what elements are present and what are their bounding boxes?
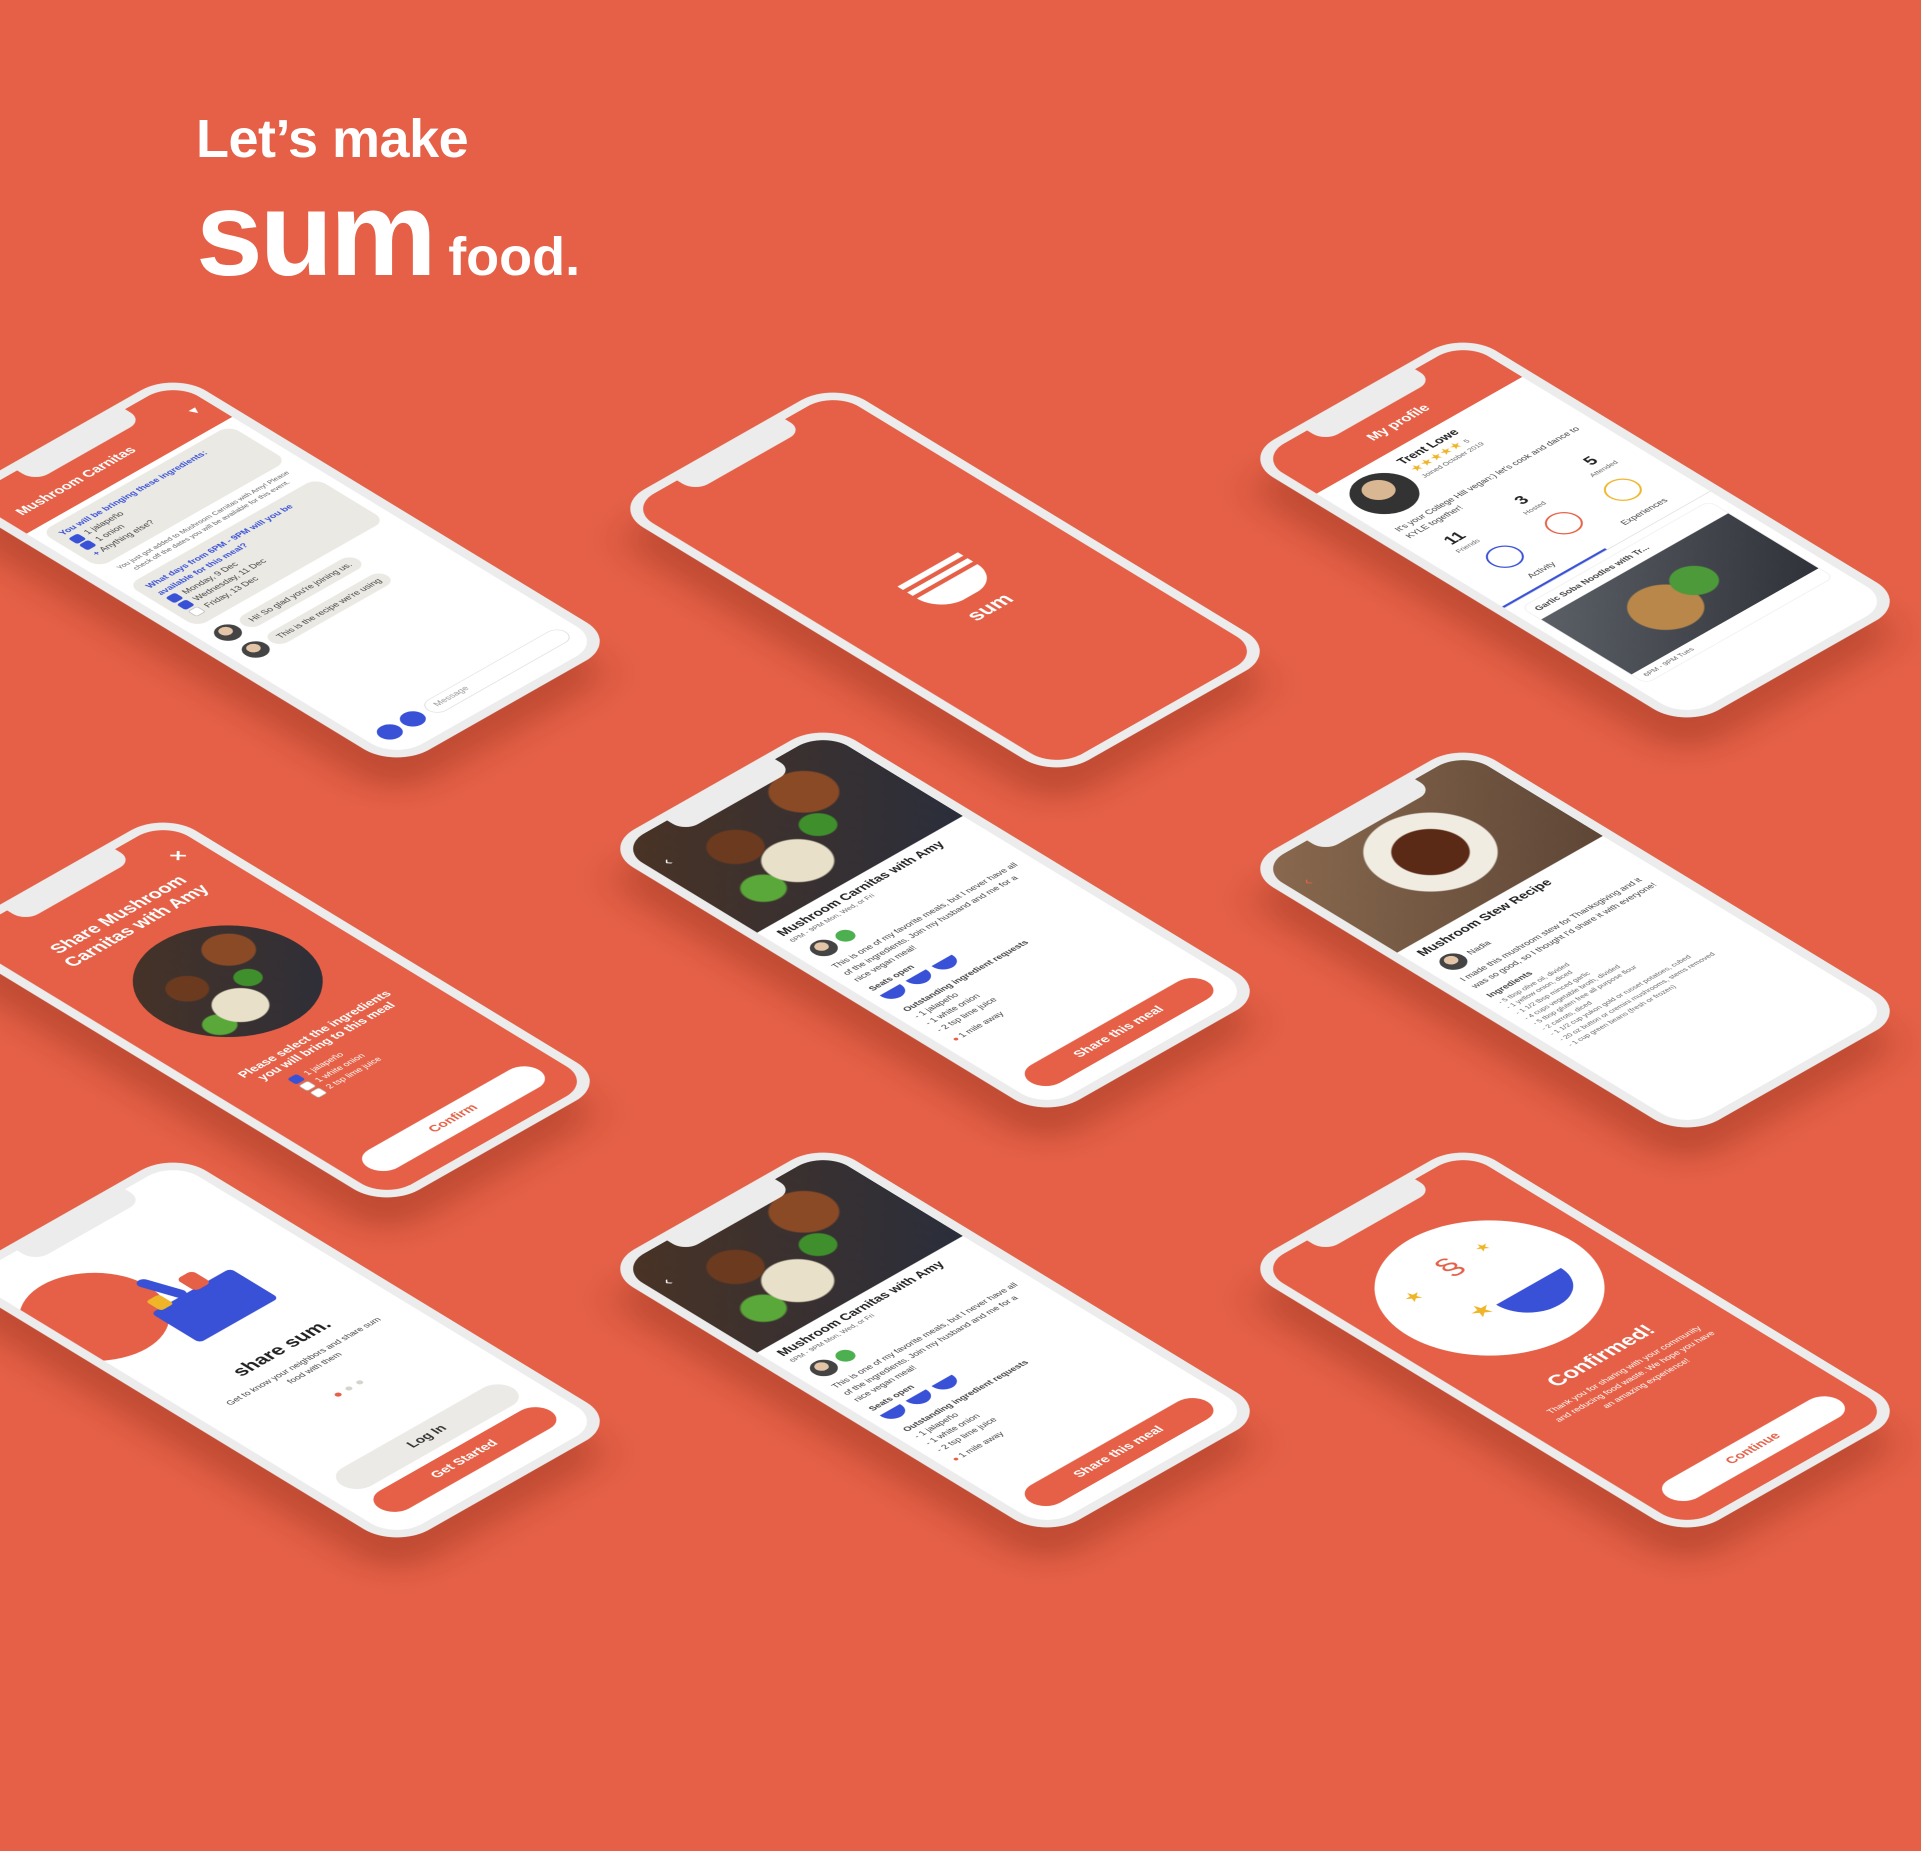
recipe-author: Nadia	[1464, 939, 1494, 957]
vegan-badge-icon	[831, 1347, 860, 1364]
meal-detail-screen-2: ‹ Mushroom Carnitas with Amy 6PM - 9PM M…	[618, 1151, 1252, 1529]
star-icon: ★	[1461, 1298, 1501, 1323]
hero-line2: sum food.	[196, 174, 580, 294]
vegan-badge-icon	[831, 927, 860, 944]
phone-meal-detail: ‹ Mushroom Carnitas with Amy 6PM - 9PM M…	[601, 721, 1269, 1119]
recipe-screen: ‹ Mushroom Stew Recipe Nadia I made this…	[1258, 751, 1892, 1129]
phone-welcome: share sum. Get to know your neighbors an…	[0, 1151, 619, 1549]
hero-suffix: food.	[448, 227, 581, 287]
back-icon[interactable]: ‹	[1297, 876, 1318, 888]
profile-screen: My profile Trent Lowe ★★★★★ 5 Joined Oct…	[1258, 341, 1892, 719]
message-input[interactable]: Message	[418, 626, 576, 716]
phone-recipe: ‹ Mushroom Stew Recipe Nadia I made this…	[1241, 741, 1909, 1139]
splash-screen: sum	[628, 391, 1262, 769]
back-icon[interactable]: ‹	[657, 856, 678, 868]
hero-brand: sum	[196, 167, 437, 301]
star-icon: ★	[1397, 1287, 1429, 1306]
grocery-bag-illustration-icon	[134, 1268, 279, 1343]
continue-button[interactable]: Continue	[1653, 1391, 1854, 1507]
bowl-icon	[1496, 1267, 1592, 1324]
hero: Let’s make sum food.	[196, 108, 580, 294]
meal-detail-screen: ‹ Mushroom Carnitas with Amy 6PM - 9PM M…	[618, 731, 1252, 1109]
stats-icon[interactable]	[371, 721, 409, 743]
confirmed-screen: ★ ★ ★ § Confirmed! Thank you for sharing…	[1258, 1151, 1892, 1529]
confirm-button[interactable]: Confirm	[353, 1061, 554, 1177]
splash-logo-label: sum	[959, 589, 1020, 625]
stat-hosted[interactable]: 3 Hosted	[1504, 490, 1549, 517]
stat-attended[interactable]: 5 Attended	[1571, 449, 1622, 479]
filter-icon[interactable]: ▾	[184, 405, 204, 417]
close-icon[interactable]: ✕	[164, 847, 193, 864]
phone-splash: sum	[611, 381, 1279, 779]
star-icon: ★	[1469, 1239, 1496, 1255]
composer: Message	[371, 626, 576, 743]
stat-friends[interactable]: 11 Friends	[1437, 528, 1483, 555]
back-icon[interactable]: ‹	[657, 1276, 678, 1288]
hero-line1: Let’s make	[196, 109, 469, 169]
phone-meal-detail-2: ‹ Mushroom Carnitas with Amy 6PM - 9PM M…	[601, 1141, 1269, 1539]
phone-confirmed: ★ ★ ★ § Confirmed! Thank you for sharing…	[1241, 1141, 1909, 1539]
phone-chat: Mushroom Carnitas ▾ You will be bringing…	[0, 371, 619, 769]
phone-profile: My profile Trent Lowe ★★★★★ 5 Joined Oct…	[1241, 331, 1909, 729]
steam-icon: §	[1426, 1253, 1474, 1282]
phone-share-select: ✕ Share Mushroom Carnitas with Amy Pleas…	[0, 811, 609, 1209]
